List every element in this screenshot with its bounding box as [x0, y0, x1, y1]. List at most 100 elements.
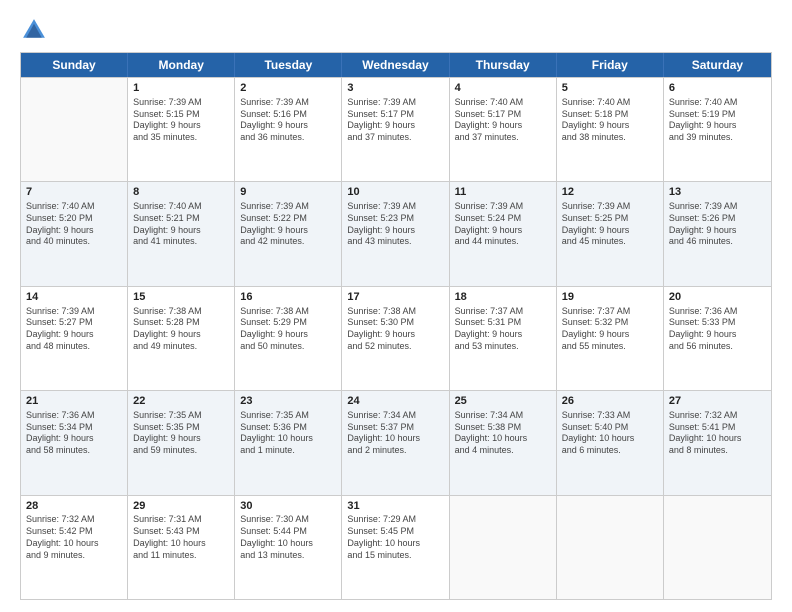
cell-info: Sunrise: 7:39 AM Sunset: 5:23 PM Dayligh… [347, 201, 443, 248]
header-day: Monday [128, 53, 235, 77]
cell-info: Sunrise: 7:31 AM Sunset: 5:43 PM Dayligh… [133, 514, 229, 561]
calendar-cell: 30Sunrise: 7:30 AM Sunset: 5:44 PM Dayli… [235, 496, 342, 599]
cell-info: Sunrise: 7:39 AM Sunset: 5:16 PM Dayligh… [240, 97, 336, 144]
cell-info: Sunrise: 7:39 AM Sunset: 5:25 PM Dayligh… [562, 201, 658, 248]
day-number: 19 [562, 290, 658, 305]
calendar-body: 1Sunrise: 7:39 AM Sunset: 5:15 PM Daylig… [21, 77, 771, 599]
day-number: 20 [669, 290, 766, 305]
calendar-cell: 10Sunrise: 7:39 AM Sunset: 5:23 PM Dayli… [342, 182, 449, 285]
day-number: 6 [669, 81, 766, 96]
cell-info: Sunrise: 7:37 AM Sunset: 5:32 PM Dayligh… [562, 306, 658, 353]
cell-info: Sunrise: 7:39 AM Sunset: 5:24 PM Dayligh… [455, 201, 551, 248]
cell-info: Sunrise: 7:39 AM Sunset: 5:17 PM Dayligh… [347, 97, 443, 144]
day-number: 30 [240, 499, 336, 514]
cell-info: Sunrise: 7:37 AM Sunset: 5:31 PM Dayligh… [455, 306, 551, 353]
calendar-cell: 5Sunrise: 7:40 AM Sunset: 5:18 PM Daylig… [557, 78, 664, 181]
calendar-cell: 9Sunrise: 7:39 AM Sunset: 5:22 PM Daylig… [235, 182, 342, 285]
cell-info: Sunrise: 7:29 AM Sunset: 5:45 PM Dayligh… [347, 514, 443, 561]
cell-info: Sunrise: 7:32 AM Sunset: 5:41 PM Dayligh… [669, 410, 766, 457]
day-number: 14 [26, 290, 122, 305]
header-day: Friday [557, 53, 664, 77]
calendar-cell: 31Sunrise: 7:29 AM Sunset: 5:45 PM Dayli… [342, 496, 449, 599]
calendar-cell: 8Sunrise: 7:40 AM Sunset: 5:21 PM Daylig… [128, 182, 235, 285]
header-day: Sunday [21, 53, 128, 77]
calendar-cell: 14Sunrise: 7:39 AM Sunset: 5:27 PM Dayli… [21, 287, 128, 390]
calendar-cell: 15Sunrise: 7:38 AM Sunset: 5:28 PM Dayli… [128, 287, 235, 390]
logo [20, 16, 52, 44]
day-number: 22 [133, 394, 229, 409]
cell-info: Sunrise: 7:39 AM Sunset: 5:15 PM Dayligh… [133, 97, 229, 144]
calendar-cell: 16Sunrise: 7:38 AM Sunset: 5:29 PM Dayli… [235, 287, 342, 390]
day-number: 11 [455, 185, 551, 200]
calendar-row: 28Sunrise: 7:32 AM Sunset: 5:42 PM Dayli… [21, 495, 771, 599]
cell-info: Sunrise: 7:38 AM Sunset: 5:30 PM Dayligh… [347, 306, 443, 353]
day-number: 18 [455, 290, 551, 305]
calendar-cell: 26Sunrise: 7:33 AM Sunset: 5:40 PM Dayli… [557, 391, 664, 494]
day-number: 3 [347, 81, 443, 96]
calendar-cell: 20Sunrise: 7:36 AM Sunset: 5:33 PM Dayli… [664, 287, 771, 390]
calendar-cell: 1Sunrise: 7:39 AM Sunset: 5:15 PM Daylig… [128, 78, 235, 181]
cell-info: Sunrise: 7:36 AM Sunset: 5:33 PM Dayligh… [669, 306, 766, 353]
day-number: 12 [562, 185, 658, 200]
calendar-cell: 13Sunrise: 7:39 AM Sunset: 5:26 PM Dayli… [664, 182, 771, 285]
logo-icon [20, 16, 48, 44]
calendar-cell [450, 496, 557, 599]
cell-info: Sunrise: 7:39 AM Sunset: 5:22 PM Dayligh… [240, 201, 336, 248]
calendar-cell: 23Sunrise: 7:35 AM Sunset: 5:36 PM Dayli… [235, 391, 342, 494]
calendar-cell: 11Sunrise: 7:39 AM Sunset: 5:24 PM Dayli… [450, 182, 557, 285]
day-number: 8 [133, 185, 229, 200]
day-number: 4 [455, 81, 551, 96]
calendar-cell: 3Sunrise: 7:39 AM Sunset: 5:17 PM Daylig… [342, 78, 449, 181]
header-day: Thursday [450, 53, 557, 77]
calendar-row: 14Sunrise: 7:39 AM Sunset: 5:27 PM Dayli… [21, 286, 771, 390]
calendar-cell: 24Sunrise: 7:34 AM Sunset: 5:37 PM Dayli… [342, 391, 449, 494]
cell-info: Sunrise: 7:39 AM Sunset: 5:27 PM Dayligh… [26, 306, 122, 353]
day-number: 9 [240, 185, 336, 200]
calendar-cell: 4Sunrise: 7:40 AM Sunset: 5:17 PM Daylig… [450, 78, 557, 181]
cell-info: Sunrise: 7:34 AM Sunset: 5:37 PM Dayligh… [347, 410, 443, 457]
calendar-header: SundayMondayTuesdayWednesdayThursdayFrid… [21, 53, 771, 77]
cell-info: Sunrise: 7:38 AM Sunset: 5:29 PM Dayligh… [240, 306, 336, 353]
header-day: Wednesday [342, 53, 449, 77]
day-number: 21 [26, 394, 122, 409]
cell-info: Sunrise: 7:40 AM Sunset: 5:18 PM Dayligh… [562, 97, 658, 144]
day-number: 7 [26, 185, 122, 200]
cell-info: Sunrise: 7:34 AM Sunset: 5:38 PM Dayligh… [455, 410, 551, 457]
cell-info: Sunrise: 7:40 AM Sunset: 5:19 PM Dayligh… [669, 97, 766, 144]
day-number: 24 [347, 394, 443, 409]
calendar-cell: 12Sunrise: 7:39 AM Sunset: 5:25 PM Dayli… [557, 182, 664, 285]
day-number: 15 [133, 290, 229, 305]
cell-info: Sunrise: 7:40 AM Sunset: 5:20 PM Dayligh… [26, 201, 122, 248]
day-number: 28 [26, 499, 122, 514]
header-day: Saturday [664, 53, 771, 77]
day-number: 26 [562, 394, 658, 409]
calendar: SundayMondayTuesdayWednesdayThursdayFrid… [20, 52, 772, 600]
day-number: 5 [562, 81, 658, 96]
cell-info: Sunrise: 7:40 AM Sunset: 5:17 PM Dayligh… [455, 97, 551, 144]
calendar-row: 7Sunrise: 7:40 AM Sunset: 5:20 PM Daylig… [21, 181, 771, 285]
cell-info: Sunrise: 7:33 AM Sunset: 5:40 PM Dayligh… [562, 410, 658, 457]
day-number: 29 [133, 499, 229, 514]
calendar-cell: 18Sunrise: 7:37 AM Sunset: 5:31 PM Dayli… [450, 287, 557, 390]
header-day: Tuesday [235, 53, 342, 77]
cell-info: Sunrise: 7:35 AM Sunset: 5:36 PM Dayligh… [240, 410, 336, 457]
calendar-cell [21, 78, 128, 181]
calendar-cell: 17Sunrise: 7:38 AM Sunset: 5:30 PM Dayli… [342, 287, 449, 390]
calendar-cell [557, 496, 664, 599]
day-number: 2 [240, 81, 336, 96]
cell-info: Sunrise: 7:39 AM Sunset: 5:26 PM Dayligh… [669, 201, 766, 248]
calendar-cell: 21Sunrise: 7:36 AM Sunset: 5:34 PM Dayli… [21, 391, 128, 494]
calendar-cell: 22Sunrise: 7:35 AM Sunset: 5:35 PM Dayli… [128, 391, 235, 494]
calendar-cell: 2Sunrise: 7:39 AM Sunset: 5:16 PM Daylig… [235, 78, 342, 181]
cell-info: Sunrise: 7:38 AM Sunset: 5:28 PM Dayligh… [133, 306, 229, 353]
calendar-cell [664, 496, 771, 599]
day-number: 17 [347, 290, 443, 305]
cell-info: Sunrise: 7:40 AM Sunset: 5:21 PM Dayligh… [133, 201, 229, 248]
calendar-cell: 28Sunrise: 7:32 AM Sunset: 5:42 PM Dayli… [21, 496, 128, 599]
cell-info: Sunrise: 7:30 AM Sunset: 5:44 PM Dayligh… [240, 514, 336, 561]
header [20, 16, 772, 44]
day-number: 13 [669, 185, 766, 200]
calendar-cell: 19Sunrise: 7:37 AM Sunset: 5:32 PM Dayli… [557, 287, 664, 390]
calendar-cell: 7Sunrise: 7:40 AM Sunset: 5:20 PM Daylig… [21, 182, 128, 285]
day-number: 16 [240, 290, 336, 305]
